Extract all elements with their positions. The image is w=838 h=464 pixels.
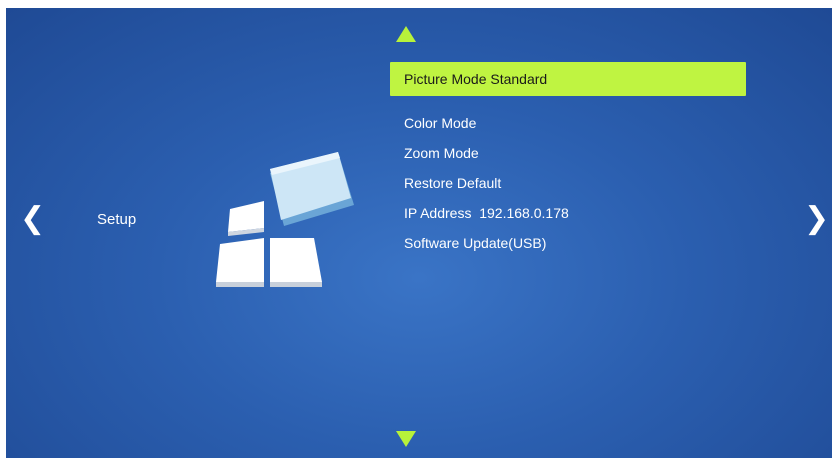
next-category-arrow-icon[interactable]: ❯ — [804, 204, 829, 234]
scroll-up-triangle-icon[interactable] — [396, 26, 416, 42]
menu-item-picture-mode[interactable]: Picture Mode Standard — [390, 62, 746, 96]
setup-block-bottom-left — [216, 238, 264, 287]
menu-item-ip-address[interactable]: IP Address 192.168.0.178 — [390, 198, 746, 228]
previous-category-arrow-icon[interactable]: ❮ — [20, 204, 45, 234]
osd-screen: ❮ ❯ Setup Picture Mode Standard Color Mo… — [6, 8, 832, 458]
scroll-down-triangle-icon[interactable] — [396, 431, 416, 447]
setup-block-top-right — [270, 152, 354, 226]
setup-menu-list: Picture Mode Standard Color Mode Zoom Mo… — [390, 62, 746, 258]
setup-block-top-left — [228, 201, 264, 236]
menu-item-restore-default[interactable]: Restore Default — [390, 168, 746, 198]
menu-item-color-mode[interactable]: Color Mode — [390, 108, 746, 138]
menu-item-zoom-mode[interactable]: Zoom Mode — [390, 138, 746, 168]
setup-block-bottom-right — [270, 238, 322, 287]
category-label: Setup — [97, 211, 137, 228]
setup-blocks-icon — [216, 152, 354, 287]
menu-item-software-update[interactable]: Software Update(USB) — [390, 228, 746, 258]
